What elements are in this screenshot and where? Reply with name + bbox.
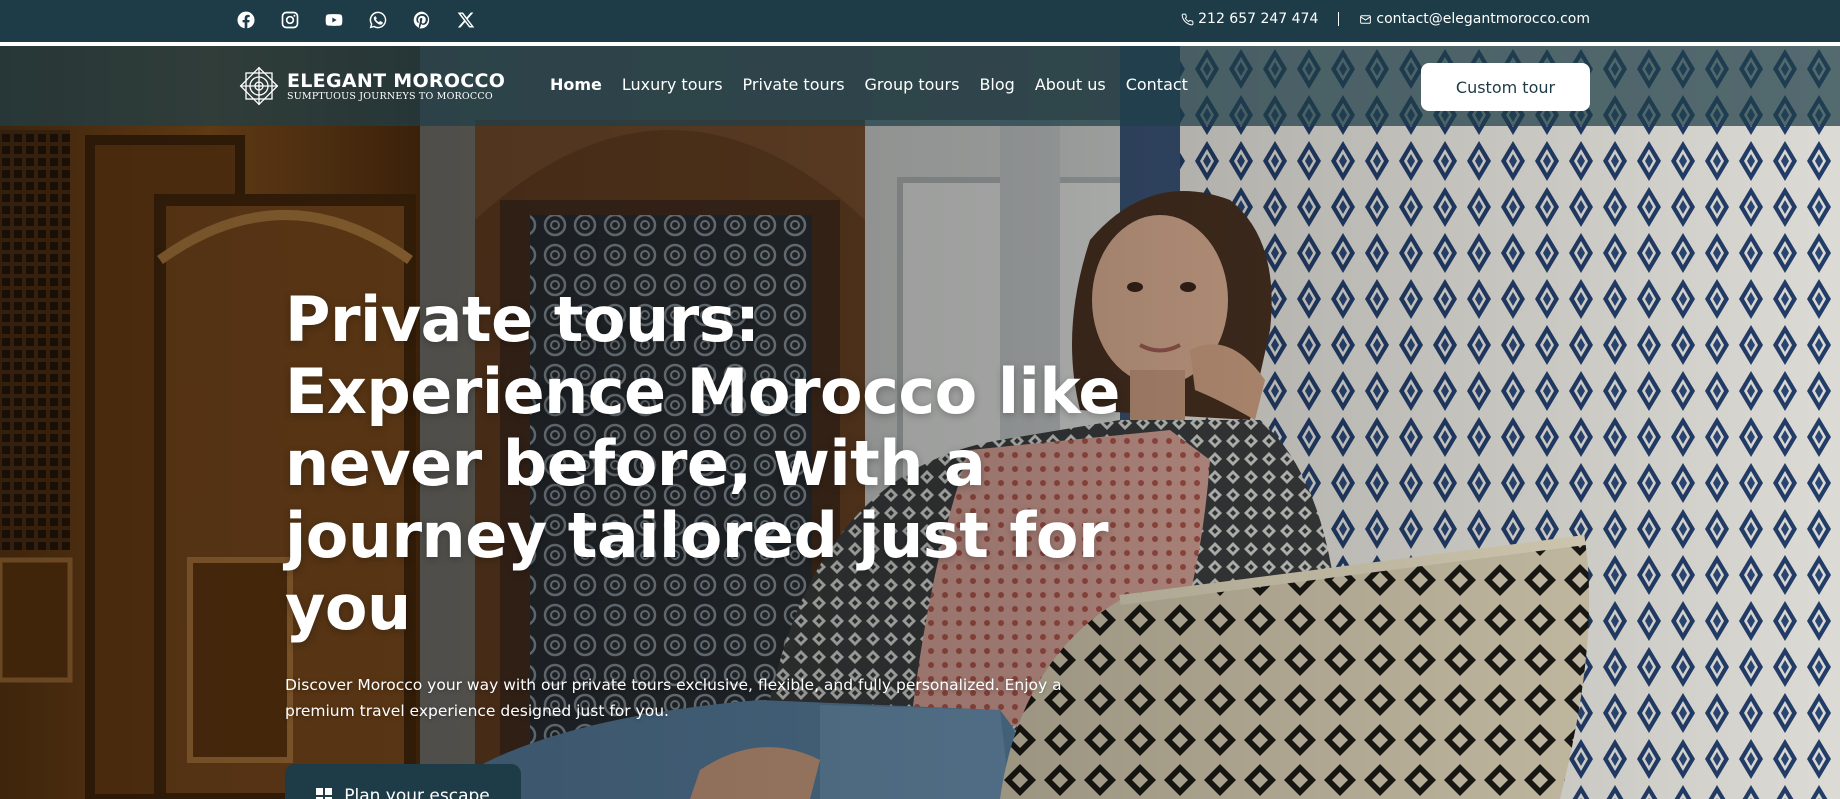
top-bar: 212 657 247 474 contact@elegantmorocco.c…: [0, 0, 1840, 42]
hero-title: Private tours: Experience Morocco like n…: [285, 283, 1120, 644]
nav-blog[interactable]: Blog: [979, 75, 1014, 94]
email-link[interactable]: contact@elegantmorocco.com: [1359, 11, 1590, 27]
hero-section: Private tours: Experience Morocco like n…: [285, 284, 1145, 799]
phone-number: 212 657 247 474: [1198, 11, 1319, 27]
pinterest-icon[interactable]: [411, 9, 433, 31]
nav-about-us[interactable]: About us: [1035, 75, 1106, 94]
facebook-icon[interactable]: [235, 9, 257, 31]
hero-description: Discover Morocco your way with our priva…: [285, 676, 1062, 720]
main-navigation: ELEGANT MOROCCO SUMPTUOUS JOURNEYS TO MO…: [0, 46, 1840, 126]
x-twitter-icon[interactable]: [455, 9, 477, 31]
grid-icon: [316, 787, 333, 799]
logo-emblem-icon: [239, 66, 279, 106]
plan-your-escape-button[interactable]: Plan your escape: [285, 764, 521, 799]
custom-tour-button[interactable]: Custom tour: [1421, 63, 1590, 111]
nav-private-tours[interactable]: Private tours: [743, 75, 845, 94]
contact-divider: [1338, 12, 1340, 26]
contact-info: 212 657 247 474 contact@elegantmorocco.c…: [1181, 11, 1590, 27]
social-links: [235, 9, 499, 31]
phone-icon: [1181, 13, 1194, 25]
site-logo[interactable]: ELEGANT MOROCCO SUMPTUOUS JOURNEYS TO MO…: [237, 64, 505, 108]
logo-title: ELEGANT MOROCCO: [287, 69, 506, 92]
logo-subtitle: SUMPTUOUS JOURNEYS TO MOROCCO: [287, 90, 493, 102]
nav-links: Home Luxury tours Private tours Group to…: [550, 75, 1208, 94]
nav-home[interactable]: Home: [550, 75, 602, 94]
nav-luxury-tours[interactable]: Luxury tours: [622, 75, 723, 94]
mail-icon: [1360, 14, 1372, 24]
nav-contact[interactable]: Contact: [1126, 75, 1188, 94]
instagram-icon[interactable]: [279, 9, 301, 31]
cta-label: Plan your escape: [344, 785, 490, 799]
nav-group-tours[interactable]: Group tours: [865, 75, 960, 94]
whatsapp-icon[interactable]: [367, 9, 389, 31]
email-address: contact@elegantmorocco.com: [1376, 11, 1590, 27]
youtube-icon[interactable]: [323, 9, 345, 31]
phone-link[interactable]: 212 657 247 474: [1181, 11, 1318, 27]
